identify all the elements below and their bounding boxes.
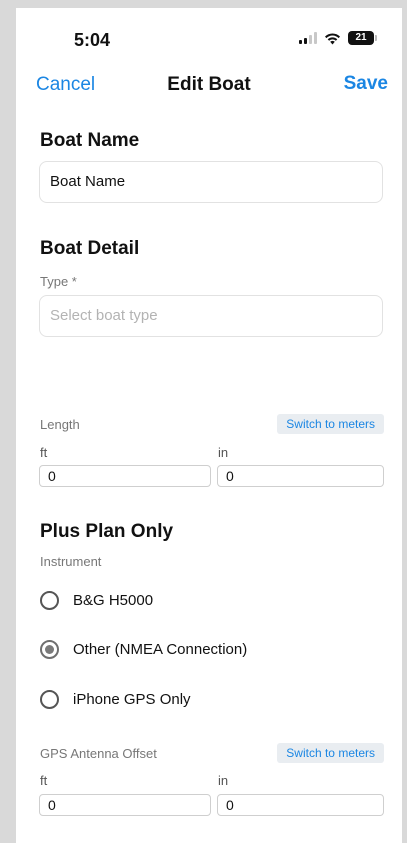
length-in-label: in	[218, 445, 229, 460]
instrument-option-iphone-gps[interactable]: iPhone GPS Only	[40, 690, 191, 709]
boat-name-input[interactable]: Boat Name	[39, 161, 383, 203]
instrument-option-label: B&G H5000	[73, 592, 154, 609]
length-switch-to-meters-button[interactable]: Switch to meters	[277, 414, 384, 434]
radio-checked-icon[interactable]	[40, 640, 59, 659]
gps-switch-to-meters-button[interactable]: Switch to meters	[277, 743, 384, 763]
length-label: Length	[40, 417, 80, 432]
instrument-option-label: iPhone GPS Only	[73, 691, 191, 708]
cancel-button[interactable]: Cancel	[36, 74, 95, 96]
gps-antenna-offset-label: GPS Antenna Offset	[40, 746, 157, 761]
type-label: Type *	[40, 274, 77, 289]
gps-ft-label: ft	[40, 773, 48, 788]
signal-icon	[299, 32, 317, 44]
length-in-input[interactable]: 0	[217, 465, 384, 487]
gps-in-label: in	[218, 773, 229, 788]
length-ft-input[interactable]: 0	[39, 465, 211, 487]
instrument-label: Instrument	[40, 554, 102, 569]
battery-icon: 21	[348, 31, 377, 45]
instrument-option-label: Other (NMEA Connection)	[73, 641, 248, 658]
gps-in-input[interactable]: 0	[217, 794, 384, 816]
wifi-icon	[325, 32, 340, 44]
app-screen: 5:04 21 Edit Boat Cancel Save Boat Name …	[16, 8, 402, 843]
plus-plan-heading: Plus Plan Only	[40, 521, 174, 542]
save-button[interactable]: Save	[344, 73, 388, 95]
radio-unchecked-icon[interactable]	[40, 690, 59, 709]
radio-unchecked-icon[interactable]	[40, 591, 59, 610]
instrument-option-bg-h5000[interactable]: B&G H5000	[40, 591, 153, 610]
boat-detail-heading: Boat Detail	[40, 238, 140, 259]
status-icons: 21	[299, 31, 377, 45]
length-ft-label: ft	[40, 445, 48, 460]
instrument-option-other-nmea[interactable]: Other (NMEA Connection)	[40, 640, 247, 659]
gps-ft-input[interactable]: 0	[39, 794, 211, 816]
boat-name-heading: Boat Name	[40, 130, 140, 151]
boat-type-select[interactable]: Select boat type	[39, 295, 383, 337]
status-time: 5:04	[74, 30, 111, 50]
